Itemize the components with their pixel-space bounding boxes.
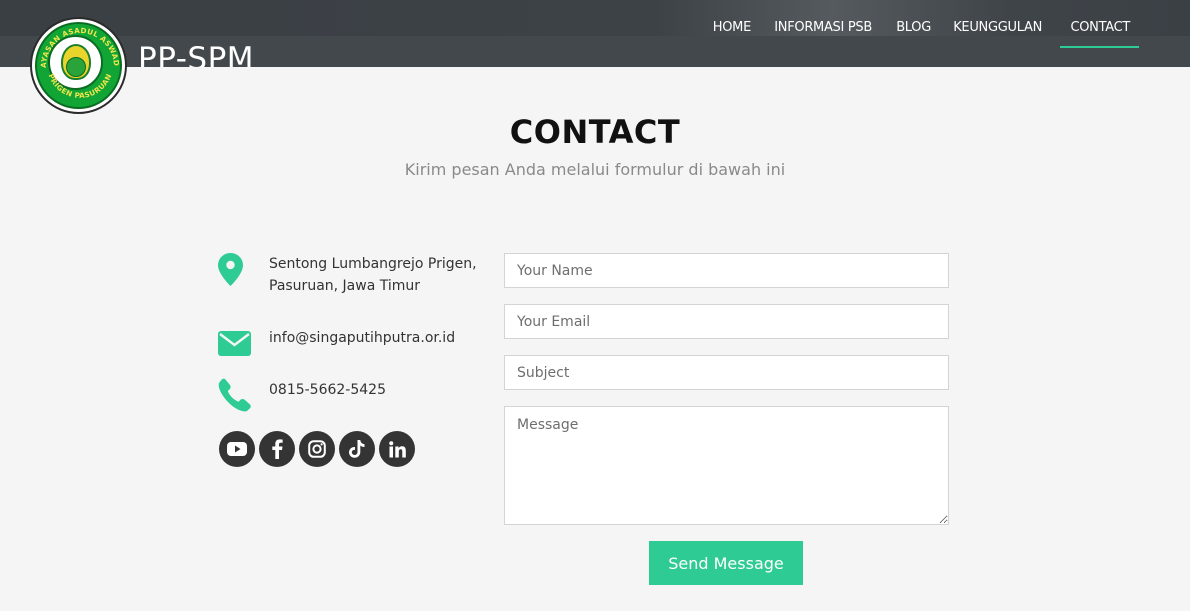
nav-contact[interactable]: CONTACT — [1070, 20, 1130, 35]
site-brand[interactable]: PP-SPM — [138, 39, 254, 67]
message-textarea[interactable] — [504, 406, 949, 525]
facebook-icon[interactable] — [259, 431, 295, 467]
page-title: CONTACT — [509, 113, 681, 151]
nav-home[interactable]: HOME — [713, 20, 752, 35]
nav-keunggulan[interactable]: KEUNGGULAN — [953, 20, 1042, 35]
send-message-button[interactable]: Send Message — [649, 541, 803, 585]
address-line-2: Pasuruan, Jawa Timur — [269, 278, 421, 294]
phone-text[interactable]: 0815-5662-5425 — [269, 379, 386, 401]
svg-text:PRIGEN PASURUAN: PRIGEN PASURUAN — [47, 72, 114, 100]
page-subtitle: Kirim pesan Anda melalui formulur di baw… — [404, 160, 786, 179]
subject-input[interactable] — [504, 355, 949, 390]
name-input[interactable] — [504, 253, 949, 288]
email-text[interactable]: info@singaputihputra.or.id — [269, 327, 455, 349]
phone-icon — [218, 378, 251, 416]
youtube-icon[interactable] — [219, 431, 255, 467]
nav-informasi-psb[interactable]: INFORMASI PSB — [774, 20, 872, 35]
address: Sentong Lumbangrejo Prigen, Pasuruan, Ja… — [269, 253, 477, 297]
map-pin-icon — [218, 253, 243, 290]
envelope-icon — [218, 331, 251, 360]
linkedin-icon[interactable] — [379, 431, 415, 467]
svg-text:YAYASAN ASADUL ASWADH: YAYASAN ASADUL ASWADH — [32, 19, 121, 68]
site-logo[interactable]: YAYASAN ASADUL ASWADH PRIGEN PASURUAN — [30, 17, 127, 114]
nav-active-underline — [1060, 46, 1139, 48]
address-line-1: Sentong Lumbangrejo Prigen, — [269, 256, 477, 272]
instagram-icon[interactable] — [299, 431, 335, 467]
tiktok-icon[interactable] — [339, 431, 375, 467]
email-input[interactable] — [504, 304, 949, 339]
logo-lettering: YAYASAN ASADUL ASWADH PRIGEN PASURUAN — [32, 19, 121, 100]
nav-blog[interactable]: BLOG — [896, 20, 931, 35]
